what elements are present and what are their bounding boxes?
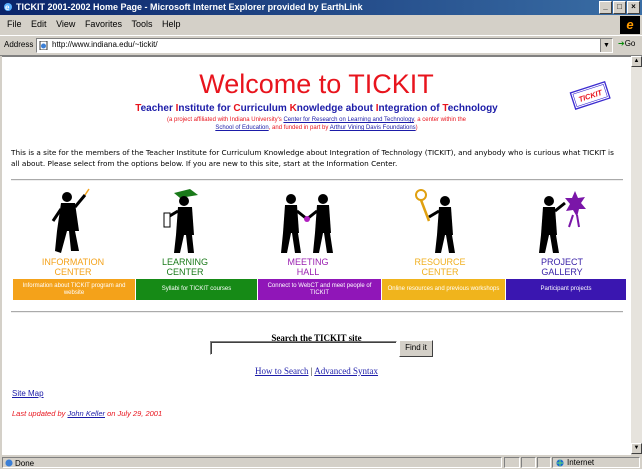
meeting-hall-title[interactable]: MEETING HALL [258, 257, 358, 277]
project-gallery-title-line1: PROJECT [540, 257, 583, 267]
status-text-cell: Done [2, 457, 502, 468]
project-gallery-title[interactable]: PROJECT GALLERY [512, 257, 612, 277]
address-url: http://www.indiana.edu/~tickit/ [52, 40, 158, 49]
avd-foundations-link[interactable]: Arthur Vining Davis Foundations [330, 125, 416, 131]
subtitle-part: ntegration of [378, 103, 443, 114]
information-center-title[interactable]: INFORMATION CENTER [23, 257, 123, 277]
page-heading: Welcome to TICKIT [199, 69, 434, 99]
meeting-hall-title-line1: MEETING [287, 257, 329, 267]
project-gallery-figure[interactable] [531, 187, 591, 257]
learning-center-title[interactable]: LEARNING CENTER [135, 257, 235, 277]
school-of-education-link[interactable]: School of Education [215, 125, 268, 131]
maximize-button[interactable]: □ [613, 1, 626, 14]
window-title: TICKIT 2001-2002 Home Page - Microsoft I… [16, 2, 363, 12]
page-content: Welcome to TICKIT Teacher Institute for … [2, 56, 631, 455]
security-zone: Internet [552, 457, 640, 468]
go-button[interactable]: ➔Go [618, 39, 635, 48]
title-bar: e TICKIT 2001-2002 Home Page - Microsoft… [0, 0, 642, 15]
go-arrow-icon: ➔ [618, 39, 625, 48]
browser-window: e TICKIT 2001-2002 Home Page - Microsoft… [0, 0, 642, 469]
subtitle-part: urriculum [240, 103, 290, 114]
author-link[interactable]: John Keller [67, 409, 105, 418]
address-input[interactable]: http://www.indiana.edu/~tickit/ ▼ [36, 38, 613, 53]
page-subtitle: Teacher Institute for Curriculum Knowled… [2, 103, 631, 114]
divider-bottom [11, 311, 623, 313]
affiliation-text-2: , a center within the [413, 117, 466, 123]
information-center-band[interactable]: Information about TICKIT program and web… [13, 279, 135, 300]
search-help-links: How to Search | Advanced Syntax [2, 366, 631, 376]
search-input[interactable] [210, 341, 397, 355]
affiliation-text-3: , and funded in part by [268, 125, 330, 131]
minimize-button[interactable]: _ [599, 1, 612, 14]
information-center-figure[interactable] [45, 187, 105, 257]
status-text: Done [15, 459, 35, 468]
menu-favorites[interactable]: Favorites [85, 19, 122, 29]
learning-center-title-line2: CENTER [166, 267, 204, 277]
affiliation-text-1: (a project affiliated with Indiana Unive… [167, 117, 284, 123]
meeting-hall-figure[interactable] [277, 187, 337, 257]
menu-tools[interactable]: Tools [131, 19, 152, 29]
learning-center-band[interactable]: Syllabi for TICKIT courses [136, 279, 257, 300]
globe-icon [556, 459, 564, 467]
information-center-title-line1: INFORMATION [41, 257, 105, 267]
status-cell-3 [537, 457, 551, 468]
menu-file[interactable]: File [7, 19, 22, 29]
subtitle-part: K [289, 103, 297, 114]
page-done-icon [5, 459, 13, 467]
subtitle-part: echnology [447, 103, 498, 114]
page-icon [39, 41, 48, 50]
learning-center-title-line1: LEARNING [161, 257, 208, 267]
status-cell-2 [521, 457, 536, 468]
address-label: Address [4, 40, 34, 49]
updated-suffix: on July 29, 2001 [105, 409, 163, 418]
close-button[interactable]: × [627, 1, 640, 14]
subtitle-part: eacher [140, 103, 176, 114]
updated-prefix: Last updated by [12, 409, 68, 418]
site-map-link[interactable]: Site Map [12, 389, 44, 398]
go-label: Go [624, 39, 636, 48]
menu-edit[interactable]: Edit [31, 19, 47, 29]
ie-logo-icon: e [4, 3, 12, 12]
find-it-button[interactable]: Find it [399, 340, 433, 357]
meeting-hall-title-line2: HALL [296, 267, 320, 277]
affiliation-line: (a project affiliated with Indiana Unive… [2, 116, 631, 132]
project-gallery-title-line2: GALLERY [541, 267, 583, 277]
zone-label: Internet [567, 458, 595, 467]
vertical-scrollbar[interactable]: ▲ ▼ [631, 56, 642, 454]
subtitle-part: C [233, 103, 241, 114]
project-gallery-band[interactable]: Participant projects [506, 279, 626, 300]
divider-top [11, 179, 623, 181]
intro-paragraph: This is a site for the members of the Te… [11, 148, 614, 168]
resource-center-title-line1: RESOURCE [414, 257, 466, 267]
last-updated: Last updated by John Keller on July 29, … [12, 409, 162, 418]
address-bar: Address http://www.indiana.edu/~tickit/ … [0, 35, 642, 56]
advanced-syntax-link[interactable]: Advanced Syntax [314, 366, 378, 376]
resource-center-figure[interactable] [409, 187, 469, 257]
subtitle-part: nstitute for [178, 103, 234, 114]
scroll-down-icon[interactable]: ▼ [631, 443, 642, 454]
subtitle-part: nowledge about [296, 103, 376, 114]
ie-throbber-icon: e [620, 16, 640, 34]
ticket-logo: TICKIT [569, 81, 611, 110]
affiliation-text-4: ) [415, 125, 418, 131]
menu-view[interactable]: View [56, 19, 75, 29]
menu-bar: File Edit View Favorites Tools Help e [0, 16, 642, 34]
menu-help[interactable]: Help [162, 19, 181, 29]
svg-text:e: e [5, 3, 10, 12]
meeting-hall-band[interactable]: Connect to WebCT and meet people of TICK… [258, 279, 381, 300]
learning-center-figure[interactable] [156, 187, 216, 257]
resource-center-title[interactable]: RESOURCE CENTER [390, 257, 490, 277]
status-cell-1 [504, 457, 520, 468]
how-to-search-link[interactable]: How to Search [255, 366, 309, 376]
scroll-up-icon[interactable]: ▲ [631, 56, 642, 67]
status-bar: Done Internet [0, 456, 642, 469]
resource-center-title-line2: CENTER [421, 267, 459, 277]
resource-center-band[interactable]: Online resources and previous workshops [382, 279, 505, 300]
information-center-title-line2: CENTER [54, 267, 92, 277]
address-dropdown-icon[interactable]: ▼ [600, 39, 612, 52]
crlt-link[interactable]: Center for Research on Learning and Tech… [283, 117, 414, 123]
